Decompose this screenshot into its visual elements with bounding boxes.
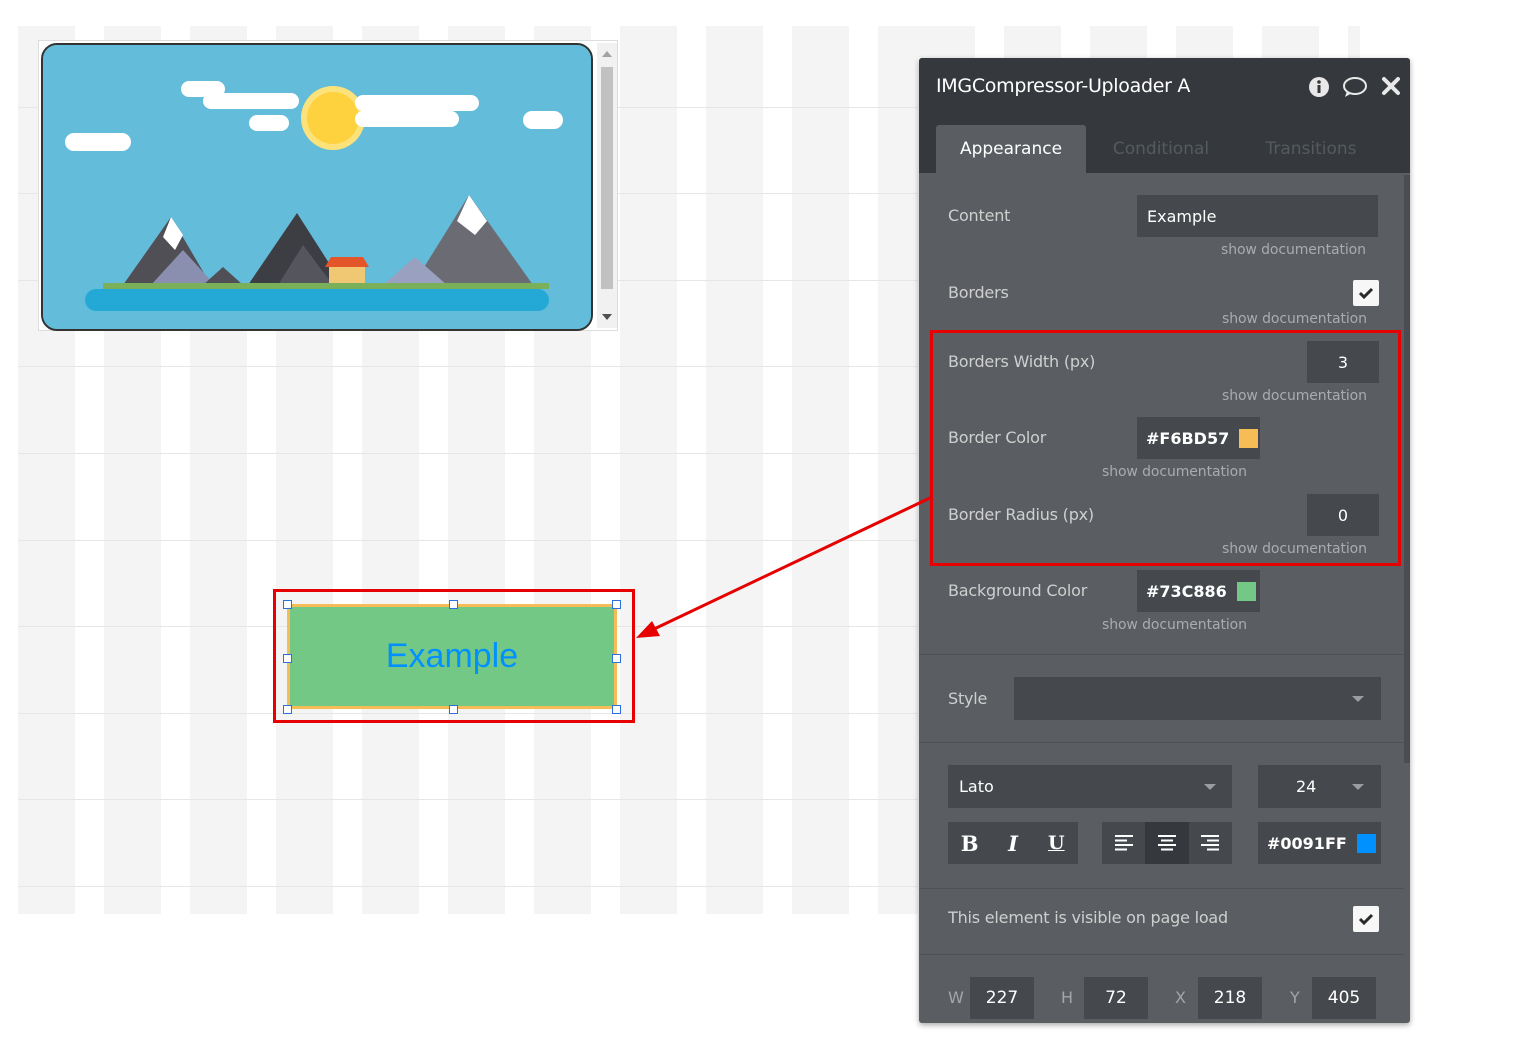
- resize-handle-s[interactable]: [449, 705, 458, 714]
- resize-handle-ne[interactable]: [612, 600, 621, 609]
- scroll-up-arrow-icon[interactable]: [602, 51, 612, 57]
- tab-conditional[interactable]: Conditional: [1101, 125, 1221, 173]
- align-left-button[interactable]: [1102, 822, 1145, 864]
- comment-icon[interactable]: [1342, 76, 1368, 98]
- italic-button[interactable]: I: [991, 822, 1034, 864]
- example-button-element[interactable]: Example: [287, 604, 617, 709]
- visible-on-load-label: This element is visible on page load: [948, 908, 1228, 927]
- borders-checkbox[interactable]: [1353, 280, 1379, 306]
- tab-bar: Appearance Conditional Transitions: [919, 115, 1410, 173]
- height-label: H: [1061, 988, 1074, 1007]
- landscape-illustration: [43, 45, 591, 329]
- background-color-doc-link[interactable]: show documentation: [1102, 617, 1247, 633]
- height-input[interactable]: 72: [1084, 977, 1148, 1019]
- bold-button[interactable]: B: [948, 822, 991, 864]
- borders-doc-link[interactable]: show documentation: [1222, 311, 1367, 327]
- checkmark-icon: [1358, 913, 1374, 926]
- editor-canvas-top-strip: [918, 26, 1360, 58]
- grid-line: [18, 453, 918, 454]
- resize-handle-sw[interactable]: [283, 705, 292, 714]
- section-divider: [919, 742, 1404, 743]
- scrollbar-thumb[interactable]: [601, 67, 613, 289]
- font-family-dropdown[interactable]: Lato: [948, 765, 1232, 808]
- section-divider: [919, 654, 1404, 655]
- background-color-picker[interactable]: #73C886: [1137, 570, 1260, 612]
- section-divider: [919, 954, 1404, 955]
- content-label: Content: [948, 206, 1011, 225]
- align-right-icon: [1201, 835, 1220, 851]
- panel-scrollbar[interactable]: [1404, 175, 1410, 763]
- resize-handle-n[interactable]: [449, 600, 458, 609]
- content-input[interactable]: Example: [1137, 195, 1378, 237]
- background-color-value: #73C886: [1146, 581, 1227, 601]
- font-size-dropdown[interactable]: 24: [1258, 765, 1381, 808]
- borders-label: Borders: [948, 283, 1009, 302]
- align-center-icon: [1157, 835, 1176, 851]
- width-label: W: [948, 988, 964, 1007]
- background-color-label: Background Color: [948, 581, 1088, 600]
- align-left-icon: [1114, 835, 1133, 851]
- text-align-group: [1102, 822, 1232, 864]
- grid-line: [18, 540, 918, 541]
- image-element[interactable]: [38, 40, 618, 331]
- visible-on-load-checkbox[interactable]: [1353, 906, 1379, 932]
- font-family-value: Lato: [959, 777, 994, 796]
- close-icon[interactable]: [1381, 76, 1401, 96]
- panel-title: IMGCompressor-Uploader A: [936, 75, 1191, 97]
- annotation-highlight-border-settings: [930, 330, 1401, 566]
- chevron-down-icon: [1352, 696, 1364, 702]
- y-label: Y: [1290, 988, 1300, 1007]
- x-input[interactable]: 218: [1198, 977, 1262, 1019]
- image-scrollbar[interactable]: [597, 43, 617, 328]
- example-button-text: Example: [385, 637, 519, 675]
- resize-handle-w[interactable]: [283, 654, 292, 663]
- tab-transitions[interactable]: Transitions: [1251, 125, 1371, 173]
- scroll-down-arrow-icon[interactable]: [602, 314, 612, 320]
- checkmark-icon: [1358, 287, 1374, 300]
- chevron-down-icon: [1352, 784, 1364, 790]
- style-dropdown[interactable]: [1014, 677, 1381, 720]
- resize-handle-nw[interactable]: [283, 600, 292, 609]
- font-color-value: #0091FF: [1267, 833, 1347, 853]
- align-center-button[interactable]: [1145, 822, 1189, 864]
- y-input[interactable]: 405: [1312, 977, 1376, 1019]
- grid-line: [18, 366, 918, 367]
- text-style-group: B I U: [948, 822, 1078, 864]
- section-divider: [919, 888, 1404, 889]
- resize-handle-se[interactable]: [612, 705, 621, 714]
- panel-header[interactable]: IMGCompressor-Uploader A: [919, 58, 1410, 115]
- landscape-image: [41, 43, 593, 331]
- align-right-button[interactable]: [1189, 822, 1232, 864]
- grid-line: [18, 886, 918, 887]
- tab-appearance[interactable]: Appearance: [936, 125, 1086, 173]
- font-size-value: 24: [1296, 777, 1317, 796]
- info-icon[interactable]: [1308, 76, 1330, 98]
- grid-line: [18, 799, 918, 800]
- chevron-down-icon: [1204, 784, 1216, 790]
- underline-button[interactable]: U: [1035, 822, 1078, 864]
- width-input[interactable]: 227: [970, 977, 1034, 1019]
- background-color-swatch: [1236, 581, 1256, 601]
- font-color-picker[interactable]: #0091FF: [1258, 822, 1381, 864]
- resize-handle-e[interactable]: [612, 654, 621, 663]
- font-color-swatch: [1356, 833, 1376, 853]
- content-doc-link[interactable]: show documentation: [1221, 242, 1366, 258]
- style-label: Style: [948, 689, 988, 708]
- x-label: X: [1175, 988, 1186, 1007]
